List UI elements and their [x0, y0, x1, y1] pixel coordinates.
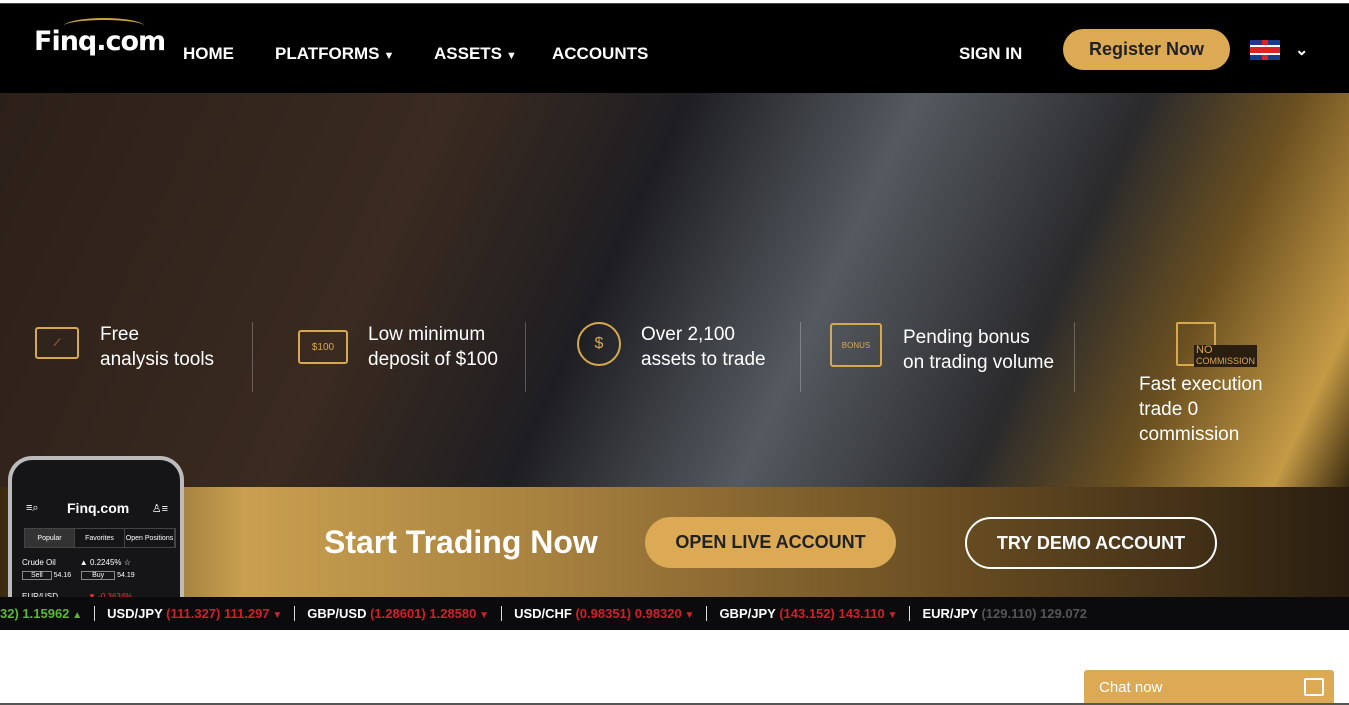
- nav-label: ACCOUNTS: [552, 44, 649, 63]
- banknote-icon: $100: [298, 330, 348, 364]
- feature-bonus: Pending bonus on trading volume: [903, 325, 1054, 375]
- uk-flag-icon[interactable]: [1250, 40, 1280, 60]
- ticker-item: GBP/USD (1.28601) 1.28580 ▼: [294, 606, 501, 621]
- feature-line: on trading volume: [903, 352, 1055, 373]
- current-price: 0.98320: [634, 606, 682, 621]
- prev-price: (1.28601): [370, 606, 426, 621]
- nav-home[interactable]: HOME: [183, 44, 234, 64]
- coins-exchange-icon: $: [577, 322, 621, 366]
- nav-label: ASSETS: [434, 44, 503, 63]
- phone-row: Crude Oil ▲ 0.2245% ☆: [22, 558, 131, 567]
- pair-name: EUR/JPY: [922, 606, 978, 621]
- ticker-item: 32) 1.15962 ▲: [0, 606, 94, 621]
- phone-logo: Finq.com: [67, 500, 130, 516]
- price-ticker: 32) 1.15962 ▲ USD/JPY (111.327) 111.297 ▼…: [0, 597, 1349, 630]
- bonus-card-icon: BONUS: [830, 323, 882, 367]
- chevron-down-icon[interactable]: ⌄: [1295, 40, 1308, 60]
- window-icon: [1304, 678, 1324, 696]
- asset-name: Crude Oil: [22, 558, 56, 567]
- sell-label: Sell: [22, 571, 52, 580]
- feature-line: Low minimum: [368, 324, 486, 345]
- checklist-icon: NO COMMISSION: [1176, 322, 1266, 370]
- feature-analysis: Free analysis tools: [100, 322, 214, 372]
- feature-line: Pending bonus: [903, 327, 1030, 348]
- try-demo-account-button[interactable]: TRY DEMO ACCOUNT: [965, 517, 1217, 569]
- feature-line: trade 0: [1139, 399, 1199, 420]
- feature-line: Free: [100, 324, 140, 345]
- pair-name: USD/JPY: [107, 606, 163, 621]
- icon-text: $100: [311, 341, 335, 353]
- phone-tab: Popular: [25, 529, 75, 547]
- divider: [252, 322, 253, 392]
- chart-monitor-icon: ⟋: [35, 327, 79, 359]
- divider: [1074, 322, 1075, 392]
- feature-line: analysis tools: [100, 349, 215, 370]
- nav-label: PLATFORMS: [275, 44, 380, 63]
- feature-commission: Fast execution trade 0 commission: [1139, 372, 1263, 447]
- register-now-button[interactable]: Register Now: [1063, 29, 1230, 70]
- phone-tabs: Popular Favorites Open Positions: [24, 528, 176, 548]
- nav-assets[interactable]: ASSETS ▼: [434, 44, 517, 64]
- icon-text: BONUS: [841, 340, 871, 350]
- ticker-item: EUR/JPY (129.110) 129.072: [909, 606, 1099, 621]
- arrow-down-icon: ▼: [681, 610, 695, 621]
- pair-name: USD/CHF: [514, 606, 572, 621]
- prev-price: (111.327): [166, 606, 221, 621]
- chevron-down-icon: ▼: [383, 50, 395, 62]
- feature-line: deposit of $100: [368, 349, 498, 370]
- sign-in-link[interactable]: SIGN IN: [959, 44, 1022, 64]
- phone-tab: Open Positions: [125, 529, 175, 547]
- nav-label: HOME: [183, 44, 234, 63]
- arrow-up-icon: ▲: [69, 610, 83, 621]
- chevron-down-icon: ▼: [506, 50, 517, 62]
- divider: [800, 322, 801, 392]
- current-price: 111.297: [223, 606, 270, 621]
- prev-price: 32): [0, 606, 19, 621]
- logo[interactable]: Finq.com: [34, 18, 166, 57]
- prev-price: (143.152): [779, 606, 835, 621]
- phone-tab: Favorites: [75, 529, 125, 547]
- icon-text: NO: [1196, 344, 1213, 356]
- current-price: 1.28580: [429, 606, 477, 621]
- pair-name: GBP/JPY: [719, 606, 776, 621]
- user-icon: ♙≡: [151, 503, 168, 515]
- arrow-down-icon: ▼: [476, 610, 490, 621]
- ticker-item: USD/JPY (111.327) 111.297 ▼: [94, 606, 294, 621]
- feature-line: Over 2,100: [641, 324, 735, 345]
- phone-mockup: ≡⌕ Finq.com ♙≡ Popular Favorites Open Po…: [8, 456, 184, 606]
- feature-line: assets to trade: [641, 349, 766, 370]
- feature-line: Fast execution: [1139, 374, 1263, 395]
- pair-name: GBP/USD: [307, 606, 367, 621]
- search-icon: ≡⌕: [26, 502, 39, 514]
- prev-price: (0.98351): [575, 606, 632, 621]
- divider: [525, 322, 526, 392]
- feature-line: commission: [1139, 424, 1240, 445]
- ticker-item: USD/CHF (0.98351) 0.98320 ▼: [501, 606, 706, 621]
- phone-row-prices: Sell 54.16 Buy 54.19: [22, 571, 135, 580]
- prev-price: (129.110): [981, 606, 1037, 621]
- feature-deposit: Low minimum deposit of $100: [368, 322, 498, 372]
- top-navbar: Finq.com HOME PLATFORMS ▼ ASSETS ▼ ACCOUNT…: [0, 3, 1349, 93]
- current-price: 143.110: [838, 606, 885, 621]
- open-live-account-button[interactable]: OPEN LIVE ACCOUNT: [645, 517, 896, 568]
- ticker-item: GBP/JPY (143.152) 143.110 ▼: [706, 606, 909, 621]
- chat-label: Chat now: [1099, 679, 1163, 696]
- buy-price: 54.19: [117, 572, 135, 579]
- current-price: 1.15962: [22, 606, 70, 621]
- arrow-down-icon: ▼: [884, 610, 898, 621]
- feature-assets: Over 2,100 assets to trade: [641, 322, 766, 372]
- start-trading-title: Start Trading Now: [324, 524, 598, 560]
- sell-price: 54.16: [53, 572, 72, 579]
- buy-label: Buy: [81, 571, 116, 580]
- nav-platforms[interactable]: PLATFORMS ▼: [275, 44, 394, 64]
- nav-accounts[interactable]: ACCOUNTS: [552, 44, 648, 64]
- current-price: 129.072: [1040, 606, 1088, 621]
- chat-now-button[interactable]: Chat now: [1084, 670, 1334, 705]
- icon-text: COMMISSION: [1196, 356, 1256, 366]
- asset-change: ▲ 0.2245%: [79, 558, 122, 567]
- arrow-down-icon: ▼: [269, 610, 283, 621]
